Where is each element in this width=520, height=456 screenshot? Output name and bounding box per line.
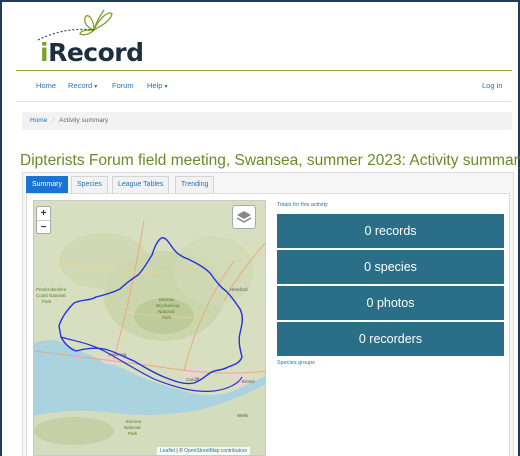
nav-record-label: Record — [68, 81, 93, 90]
map-label-exmoor: Exmoor — [126, 419, 142, 424]
stat-photos: 0 photos — [277, 286, 504, 320]
nav-help-label: Help — [147, 81, 163, 90]
zoom-in-button[interactable]: + — [37, 207, 50, 221]
nav-home[interactable]: Home — [36, 81, 56, 90]
nav-forum[interactable]: Forum — [112, 81, 134, 90]
svg-text:Coast National: Coast National — [36, 293, 66, 298]
svg-text:Park: Park — [128, 431, 138, 436]
caret-down-icon: ▾ — [94, 84, 98, 90]
map-label-hereford: Hereford — [230, 287, 248, 292]
map-zoom-control: + − — [36, 206, 51, 234]
breadcrumb-separator: / — [52, 117, 55, 124]
map-label-swansea: Swansea — [108, 352, 127, 357]
tab-league-tables[interactable]: League Tables — [112, 176, 170, 193]
nav-login[interactable]: Log in — [482, 81, 502, 90]
breadcrumb-current: Activity summary — [59, 117, 109, 124]
nav-help[interactable]: Help ▾ — [147, 81, 167, 90]
stat-species: 0 species — [277, 250, 504, 284]
tab-species[interactable]: Species — [71, 176, 108, 193]
svg-text:Park: Park — [42, 299, 52, 304]
map-label-wells: Wells — [237, 413, 249, 418]
totals-heading: Totals for this activity — [277, 202, 328, 208]
osm-link[interactable]: OpenStreetMap contributors — [184, 448, 247, 454]
breadcrumb: Home / Activity summary — [22, 112, 512, 130]
map-tiles: Swansea Cardiff Bristol Hereford Wells B… — [34, 201, 265, 455]
zoom-out-button[interactable]: − — [37, 221, 50, 235]
svg-text:Park: Park — [162, 315, 172, 320]
activity-map[interactable]: Swansea Cardiff Bristol Hereford Wells B… — [33, 200, 266, 456]
map-label-brecon: Bannau — [159, 297, 175, 302]
layers-icon — [236, 211, 252, 223]
main-navbar: Home Record ▾ Forum Help ▾ Log in — [16, 70, 512, 102]
svg-text:National: National — [158, 309, 175, 314]
map-label-pembrokeshire: Pembrokeshire — [36, 287, 67, 292]
map-label-cardiff: Cardiff — [186, 377, 200, 382]
map-label-bristol: Bristol — [242, 379, 255, 384]
stat-records: 0 records — [277, 214, 504, 248]
map-attribution: Leaflet | © OpenStreetMap contributors — [157, 447, 250, 455]
irecord-logo[interactable]: iRecord — [18, 8, 144, 67]
breadcrumb-home[interactable]: Home — [30, 117, 47, 124]
page-title: Dipterists Forum field meeting, Swansea,… — [20, 152, 520, 169]
logo-wordmark: iRecord — [40, 38, 144, 67]
species-groups-label: Species groups — [277, 360, 315, 366]
svg-text:National: National — [124, 425, 141, 430]
caret-down-icon: ▾ — [164, 84, 168, 90]
leaflet-link[interactable]: Leaflet — [160, 448, 175, 454]
svg-text:Brycheiniog: Brycheiniog — [156, 303, 180, 308]
layers-button[interactable] — [232, 205, 256, 229]
tab-trending[interactable]: Trending — [175, 176, 215, 193]
nav-record[interactable]: Record ▾ — [68, 81, 97, 90]
tab-summary[interactable]: Summary — [26, 176, 68, 193]
stat-recorders: 0 recorders — [277, 322, 504, 356]
